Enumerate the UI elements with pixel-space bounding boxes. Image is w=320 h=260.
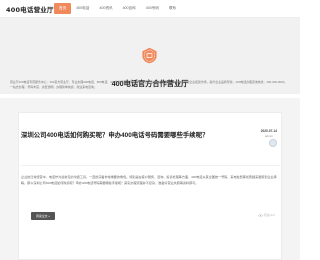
main-nav: 首页 400电话 400资讯 400百科 400号码 联系	[54, 3, 181, 14]
post-excerpt: 企业的日常经营中，电话作为最常见的沟通工具，一直扮演着非常重要的角色。特别是在客…	[21, 175, 277, 185]
nav-item-400-phone[interactable]: 400电话	[71, 3, 94, 14]
shield-icon	[142, 47, 157, 64]
eye-icon	[257, 213, 263, 217]
post-card: 深圳公司400电话如何购买呢？申办400电话号码需要哪些手续呢？ 2020-07…	[18, 112, 282, 260]
site-intro-text: 营业厅400电话专营服务中心：400官方营业厅，专业办理400电话、800电话、…	[10, 80, 288, 90]
post-date: 2020-07-14	[260, 129, 277, 133]
nav-item-400-news[interactable]: 400资讯	[94, 3, 117, 14]
post-author[interactable]: admin	[265, 134, 273, 138]
post-title-link[interactable]: 深圳公司400电话如何购买呢？申办400电话号码需要哪些手续呢？	[21, 130, 221, 139]
user-icon	[270, 145, 277, 147]
views-count: 阅读(12)	[263, 213, 275, 217]
site-header: 400电话营业厅 首页 400电话 400资讯 400百科 400号码 联系	[0, 0, 300, 18]
nav-item-400-numbers[interactable]: 400号码	[141, 3, 164, 14]
read-more-button[interactable]: 阅读全文 »	[31, 212, 55, 220]
post-views: 阅读(12)	[257, 213, 275, 217]
nav-item-home[interactable]: 首页	[54, 3, 72, 14]
site-logo[interactable]: 400电话营业厅	[6, 4, 54, 14]
nav-item-contact[interactable]: 联系	[164, 3, 181, 14]
card-divider	[21, 165, 280, 166]
author-avatar[interactable]	[269, 139, 277, 147]
nav-item-400-wiki[interactable]: 400百科	[118, 3, 141, 14]
